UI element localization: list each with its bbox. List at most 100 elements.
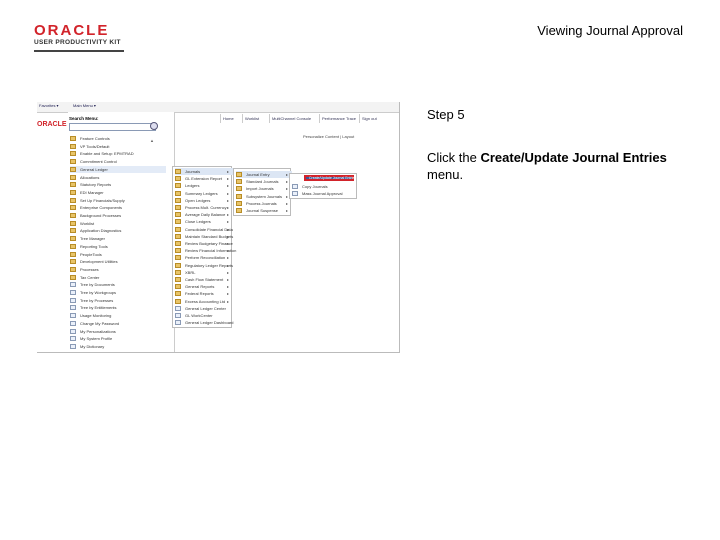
folder-icon bbox=[175, 219, 181, 225]
menu-item-journals[interactable]: Journals ▸ bbox=[175, 168, 233, 175]
submenu-arrow-icon: ▸ bbox=[285, 179, 288, 185]
menu-item-excess-accounting-ltd[interactable]: Excess Accounting Ltd ▸ bbox=[175, 298, 233, 305]
menu-item-review-financial-information[interactable]: Review Financial Information ▸ bbox=[175, 247, 236, 254]
menu-item-background-processes[interactable]: Background Processes bbox=[70, 212, 166, 219]
menu-item-mass-journal-approval[interactable]: Mass Journal Approval bbox=[292, 190, 358, 197]
folder-icon bbox=[175, 176, 181, 182]
menu-item-tree-by-processes[interactable]: Tree by Processes bbox=[70, 297, 166, 304]
link-worklist[interactable]: Worklist bbox=[242, 114, 259, 123]
menu-item-tree-by-entitlements[interactable]: Tree by Entitlements bbox=[70, 304, 166, 311]
menu-item-tree-by-documents[interactable]: Tree by Documents bbox=[70, 281, 166, 288]
folder-icon bbox=[70, 189, 76, 195]
search-menu-input[interactable] bbox=[69, 123, 156, 131]
menu-item-vp-tools-default[interactable]: VP Tools/Default bbox=[70, 143, 166, 150]
menu-item-label: Import Journals bbox=[246, 186, 274, 192]
folder-icon bbox=[236, 193, 242, 199]
menu-item-regulatory-ledger-reports[interactable]: Regulatory Ledger Reports ▸ bbox=[175, 262, 233, 269]
menu-item-xbrl[interactable]: XBRL ▸ bbox=[175, 269, 233, 276]
application-screenshot: Favorites ▾ Main Menu ▾ ORACLE Home Work… bbox=[37, 102, 400, 353]
menu-item-tree-manager[interactable]: Tree Manager bbox=[70, 235, 166, 242]
menu-item-label: Allocations bbox=[80, 174, 100, 180]
folder-icon bbox=[70, 143, 76, 149]
link-home[interactable]: Home bbox=[220, 114, 234, 123]
folder-icon bbox=[70, 166, 76, 172]
menu-item-consolidate-financial-data[interactable]: Consolidate Financial Data ▸ bbox=[175, 226, 233, 233]
menu-item-journal-entry[interactable]: Journal Entry ▸ bbox=[236, 171, 292, 178]
menu-item-label: Average Daily Balance bbox=[185, 212, 226, 218]
menu-item-general-ledger[interactable]: General Ledger bbox=[70, 165, 166, 173]
menu-item-general-ledger-center[interactable]: General Ledger Center bbox=[175, 305, 233, 312]
menu-item-change-my-password[interactable]: Change My Password bbox=[70, 320, 166, 327]
menu-item-close-ledgers[interactable]: Close Ledgers ▸ bbox=[175, 218, 233, 225]
menu-item-label: Process Mult. Currency bbox=[185, 205, 227, 210]
menu-item-maintain-standard-budgets[interactable]: Maintain Standard Budgets ▸ bbox=[175, 233, 233, 240]
menu-item-standard-journals[interactable]: Standard Journals ▸ bbox=[236, 178, 292, 185]
menu-item-general-ledger-dashboard[interactable]: General Ledger Dashboard bbox=[175, 319, 233, 326]
menu-item-peopletools[interactable]: PeopleTools bbox=[70, 251, 166, 258]
menu-item-label: Processes bbox=[80, 266, 99, 272]
menu-item-allocations[interactable]: Allocations bbox=[70, 174, 166, 181]
submenu-arrow-icon: ▸ bbox=[226, 277, 229, 282]
link-multichannel-console[interactable]: MultiChannel Console bbox=[269, 114, 311, 123]
menu-item-ledgers[interactable]: Ledgers ▸ bbox=[175, 182, 233, 189]
page-icon bbox=[70, 343, 76, 349]
menu-item-my-dictionary[interactable]: My Dictionary bbox=[70, 343, 166, 350]
menu-item-enterprise-components[interactable]: Enterprise Components bbox=[70, 204, 166, 211]
menu-item-enable-and-setup-epmtrad[interactable]: Enable and Setup: EPMTRAD bbox=[70, 150, 166, 157]
menu-item-process-mult-currency[interactable]: Process Mult. Currency ▸ bbox=[175, 204, 233, 211]
personalize-links[interactable]: Personalize Content | Layout bbox=[303, 134, 354, 139]
menu-item-reporting-tools[interactable]: Reporting Tools bbox=[70, 243, 166, 250]
menu-item-statutory-reports[interactable]: Statutory Reports bbox=[70, 181, 166, 188]
menu-item-open-ledgers[interactable]: Open Ledgers ▸ bbox=[175, 197, 233, 204]
menu-item-commitment-control[interactable]: Commitment Control bbox=[70, 158, 166, 165]
menu-item-tree-by-workgroups[interactable]: Tree by Workgroups bbox=[70, 289, 166, 296]
menu-item-import-journals[interactable]: Import Journals ▸ bbox=[236, 185, 292, 192]
menu-item-usage-monitoring[interactable]: Usage Monitoring bbox=[70, 312, 166, 319]
search-go-icon[interactable] bbox=[150, 122, 158, 130]
folder-icon bbox=[175, 291, 181, 297]
menu-item-label: Journal Entry bbox=[246, 172, 270, 177]
submenu-arrow-icon: ▸ bbox=[226, 262, 229, 268]
menu-item-average-daily-balance[interactable]: Average Daily Balance ▸ bbox=[175, 211, 233, 218]
menu-item-feature-controls[interactable]: Feature Controls bbox=[70, 135, 166, 142]
menu-item-review-budgetary-finance[interactable]: Review Budgetary Finance ▸ bbox=[175, 240, 233, 247]
link-performance-trace[interactable]: Performance Trace bbox=[319, 114, 356, 123]
menu-item-summary-ledgers[interactable]: Summary Ledgers ▸ bbox=[175, 190, 233, 197]
menu-item-worklist[interactable]: Worklist bbox=[70, 220, 166, 227]
menu-item-journal-suspense[interactable]: Journal Suspense ▸ bbox=[236, 207, 292, 214]
menu-item-copy-journals[interactable]: Copy Journals bbox=[292, 183, 358, 190]
menu-item-federal-reports[interactable]: Federal Reports ▸ bbox=[175, 290, 233, 297]
menu-item-application-diagnostics[interactable]: Application Diagnostics bbox=[70, 227, 166, 234]
menu-item-processes[interactable]: Processes bbox=[70, 266, 166, 273]
menu-item-general-reports[interactable]: General Reports ▸ bbox=[175, 283, 233, 290]
submenu-arrow-icon: ▸ bbox=[285, 186, 288, 192]
submenu-arrow-icon: ▸ bbox=[226, 241, 229, 246]
menu-item-development-utilities[interactable]: Development Utilities bbox=[70, 258, 166, 265]
folder-icon bbox=[70, 259, 76, 265]
step-title: Step 5 bbox=[427, 107, 465, 122]
menu-item-gl-workcenter[interactable]: GL WorkCenter bbox=[175, 312, 233, 319]
menu-item-process-journals[interactable]: Process Journals ▸ bbox=[236, 200, 292, 207]
menu-item-set-up-financials-supply[interactable]: Set Up Financials/Supply bbox=[70, 197, 166, 204]
folder-icon bbox=[175, 277, 181, 282]
page-icon bbox=[175, 305, 181, 311]
menu-item-gl-extension-report[interactable]: GL Extension Report ▸ bbox=[175, 175, 233, 182]
menu-item-tax-center[interactable]: Tax Center bbox=[70, 274, 166, 281]
menu-item-perform-reconciliation[interactable]: Perform Reconciliation ▸ bbox=[175, 254, 233, 261]
main-menu[interactable]: Main Menu ▾ bbox=[73, 103, 96, 108]
create-update-journal-entries-menu-item[interactable]: Create/Update Journal Entries bbox=[304, 175, 356, 181]
menu-item-cash-flow-statement[interactable]: Cash Flow Statement ▸ bbox=[175, 276, 233, 283]
menu-item-edi-manager[interactable]: EDI Manager bbox=[70, 189, 166, 196]
submenu-arrow-icon: ▸ bbox=[226, 284, 229, 290]
menu-item-subsystem-journals[interactable]: Subsystem Journals ▸ bbox=[236, 193, 292, 200]
menu-item-label: Set Up Financials/Supply bbox=[80, 197, 125, 203]
link-sign-out[interactable]: Sign out bbox=[359, 114, 377, 123]
menu-item-my-personalizations[interactable]: My Personalizations bbox=[70, 328, 166, 335]
page-icon bbox=[70, 297, 76, 303]
folder-icon bbox=[70, 274, 76, 280]
menu-item-my-system-profile[interactable]: My System Profile bbox=[70, 335, 166, 342]
favorites-menu[interactable]: Favorites ▾ bbox=[39, 103, 59, 108]
submenu-arrow-icon: ▸ bbox=[285, 193, 288, 199]
menu-item-label: GL WorkCenter bbox=[185, 313, 213, 318]
folder-icon bbox=[175, 169, 181, 174]
